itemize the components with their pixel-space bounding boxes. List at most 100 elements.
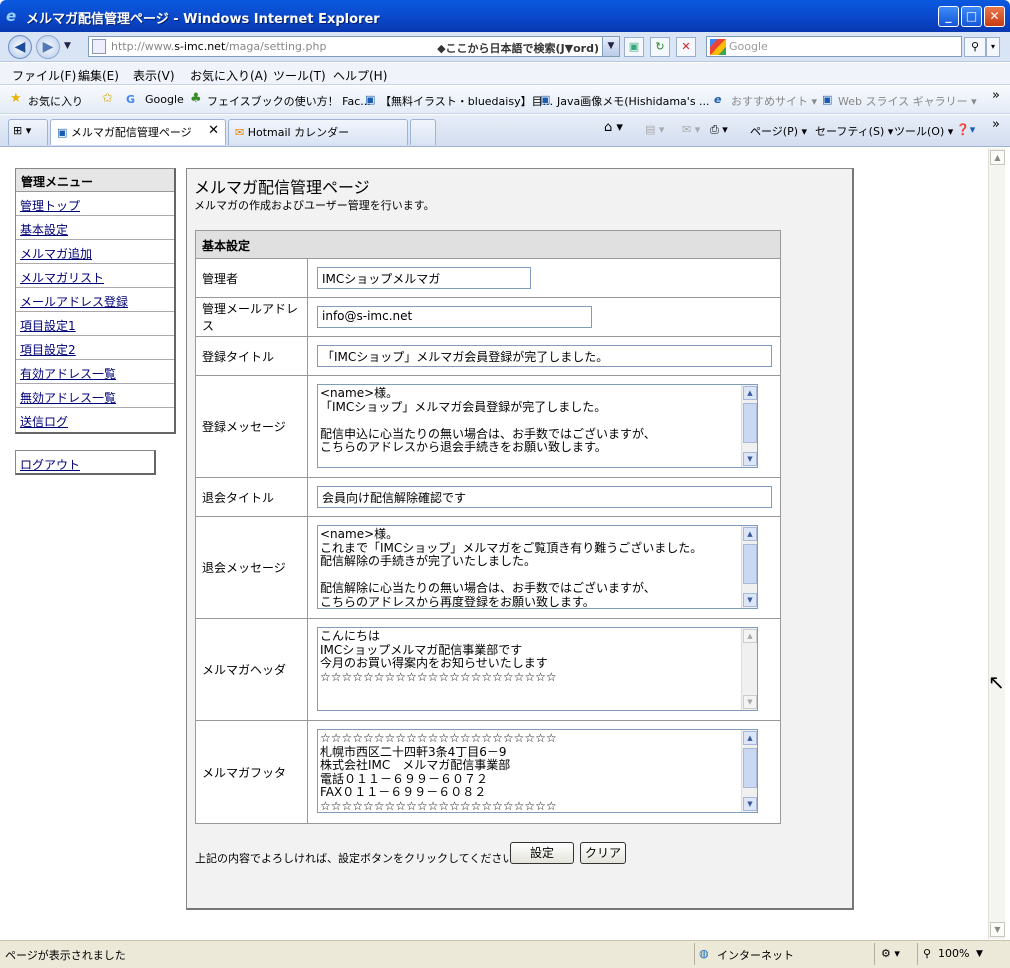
menu-tools[interactable]: ツール(T) (273, 67, 326, 84)
zoom-dropdown-icon[interactable]: ▼ (976, 949, 983, 959)
page-scrollbar[interactable]: ▲ ▼ (988, 148, 1005, 939)
reg-title-input[interactable]: 「IMCショップ」メルマガ会員登録が完了しました。 (317, 345, 772, 367)
scroll-up-icon[interactable]: ▲ (743, 527, 757, 541)
home-icon[interactable]: ⌂ ▾ (604, 120, 623, 135)
help-icon[interactable]: ❓▾ (956, 123, 975, 136)
compat-view-icon[interactable]: ▣ (624, 37, 644, 57)
search-icon[interactable]: ⚲ (964, 37, 986, 57)
menu-favorites[interactable]: お気に入り(A) (190, 67, 268, 84)
scroll-down-icon[interactable]: ▼ (990, 922, 1005, 937)
unsub-title-input[interactable]: 会員向け配信解除確認です (317, 486, 772, 508)
scroll-up-icon[interactable]: ▲ (743, 386, 757, 400)
new-tab-button[interactable] (410, 119, 436, 145)
admin-menu: 管理メニュー 管理トップ 基本設定 メルマガ追加 メルマガリスト メールアドレス… (15, 168, 176, 434)
favorites-button[interactable]: お気に入り (28, 93, 83, 109)
sidebar-item-add-mailmag[interactable]: メルマガ追加 (16, 240, 174, 264)
footer-textarea[interactable]: ☆☆☆☆☆☆☆☆☆☆☆☆☆☆☆☆☆☆☆☆☆☆ 札幌市西区二十四軒3条4丁目6－9… (317, 729, 758, 813)
scroll-up-icon[interactable]: ▲ (743, 731, 757, 745)
scroll-down-icon[interactable]: ▼ (743, 797, 757, 811)
more-commands-icon[interactable]: » (992, 117, 1000, 132)
fav-link-java[interactable]: Java画像メモ(Hishidama's ... (557, 93, 710, 109)
refresh-icon[interactable]: ↻ (650, 37, 670, 57)
stop-icon[interactable]: ✕ (676, 37, 696, 57)
scroll-thumb[interactable] (743, 748, 757, 788)
scroll-thumb[interactable] (743, 403, 757, 443)
quick-tabs-icon[interactable]: ⊞ ▾ (8, 119, 48, 145)
status-text: ページが表示されました (5, 949, 126, 962)
history-dropdown-icon[interactable]: ▼ (64, 41, 71, 51)
header-textarea[interactable]: こんにちは IMCショップメルマガ配信事業部です 今月のお買い得案内をお知らせい… (317, 627, 758, 711)
sidebar-item-valid-addresses[interactable]: 有効アドレス一覧 (16, 360, 174, 384)
back-button[interactable]: ◀ (8, 35, 32, 59)
fav-link-facebook[interactable]: フェイスブックの使い方！ Fac... (207, 93, 371, 109)
leaf-icon: ♣ (190, 91, 202, 106)
page-menu[interactable]: ページ(P) ▾ (750, 123, 807, 139)
divider (694, 943, 695, 965)
form-row-admin-email: 管理メールアドレス info@s-imc.net (196, 298, 780, 337)
minimize-button[interactable]: _ (938, 6, 959, 27)
scroll-down-icon[interactable]: ▼ (743, 593, 757, 607)
scroll-up-icon[interactable]: ▲ (743, 629, 757, 643)
sidebar-item-invalid-addresses[interactable]: 無効アドレス一覧 (16, 384, 174, 408)
menu-edit[interactable]: 編集(E) (78, 67, 119, 84)
sidebar-item-basic-settings[interactable]: 基本設定 (16, 216, 174, 240)
clear-button[interactable]: クリア (580, 842, 626, 864)
zoom-level[interactable]: 100% (938, 947, 969, 960)
close-tab-icon[interactable]: ✕ (208, 123, 219, 138)
address-dropdown-icon[interactable]: ▼ (602, 37, 619, 56)
window-title: メルマガ配信管理ページ - Windows Internet Explorer (26, 12, 380, 27)
tab-hotmail[interactable]: ✉ Hotmail カレンダー (228, 119, 408, 145)
favorites-star-icon: ★ (10, 91, 22, 106)
maximize-button[interactable]: □ (961, 6, 982, 27)
menu-view[interactable]: 表示(V) (133, 67, 175, 84)
web-slice-gallery[interactable]: Web スライス ギャラリー ▾ (838, 93, 977, 109)
fav-link-illust[interactable]: 【無料イラスト・bluedaisy】目... (380, 93, 553, 109)
read-mail-icon[interactable]: ✉ ▾ (682, 123, 700, 136)
sidebar-item-field-settings-1[interactable]: 項目設定1 (16, 312, 174, 336)
print-icon[interactable]: ⎙ ▾ (710, 123, 728, 137)
tab-bar: ⊞ ▾ ▣ メルマガ配信管理ページ ✕ ✉ Hotmail カレンダー ⌂ ▾ … (0, 115, 1010, 147)
forward-button[interactable]: ▶ (36, 35, 60, 59)
more-favorites-icon[interactable]: » (992, 88, 1000, 103)
sidebar-item-top[interactable]: 管理トップ (16, 192, 174, 216)
scroll-down-icon[interactable]: ▼ (743, 452, 757, 466)
admin-email-input[interactable]: info@s-imc.net (317, 306, 592, 328)
search-input[interactable]: Google (706, 36, 962, 57)
sidebar-item-mailmag-list[interactable]: メルマガリスト (16, 264, 174, 288)
section-header: 基本設定 (196, 231, 780, 259)
sidebar-item-send-log[interactable]: 送信ログ (16, 408, 174, 432)
unsub-title-label: 退会タイトル (196, 478, 308, 516)
feeds-icon[interactable]: ▤ ▾ (645, 123, 664, 136)
address-field[interactable]: http://www.s-imc.net/maga/setting.php ◆こ… (88, 36, 620, 57)
zoom-icon[interactable]: ⚲ (923, 947, 931, 960)
sidebar-item-field-settings-2[interactable]: 項目設定2 (16, 336, 174, 360)
logout-link[interactable]: ログアウト (15, 450, 156, 475)
unsub-message-scrollbar[interactable]: ▲ ▼ (741, 526, 757, 608)
reg-message-textarea[interactable]: <name>様。 「IMCショップ」メルマガ会員登録が完了しました。 配信申込に… (317, 384, 758, 468)
header-scrollbar[interactable]: ▲ ▼ (741, 628, 757, 710)
search-options-icon[interactable]: ▾ (986, 37, 1000, 57)
safety-menu[interactable]: セーフティ(S) ▾ (815, 123, 893, 139)
reg-message-scrollbar[interactable]: ▲ ▼ (741, 385, 757, 467)
protected-mode-icon[interactable]: ⚙ ▾ (881, 947, 900, 960)
scroll-down-icon[interactable]: ▼ (743, 695, 757, 709)
footer-scrollbar[interactable]: ▲ ▼ (741, 730, 757, 812)
sidebar-item-register-address[interactable]: メールアドレス登録 (16, 288, 174, 312)
tab-mailmag[interactable]: ▣ メルマガ配信管理ページ ✕ (50, 119, 226, 145)
menu-help[interactable]: ヘルプ(H) (333, 67, 387, 84)
add-favorite-icon[interactable]: ✩ (102, 91, 113, 106)
unsub-message-textarea[interactable]: <name>様。 これまで「IMCショップ」メルマガをご覧頂き有り難うございまし… (317, 525, 758, 609)
scroll-up-icon[interactable]: ▲ (990, 150, 1005, 165)
menu-file[interactable]: ファイル(F) (12, 67, 76, 84)
fav-link-google[interactable]: Google (145, 93, 184, 106)
tools-menu[interactable]: ツール(O) ▾ (894, 123, 953, 139)
submit-button[interactable]: 設定 (510, 842, 574, 864)
suggested-sites[interactable]: おすすめサイト ▾ (731, 93, 817, 109)
admin-name-input[interactable]: IMCショップメルマガ (317, 267, 531, 289)
page-description: メルマガの作成およびユーザー管理を行います。 (194, 199, 435, 212)
reg-title-label: 登録タイトル (196, 337, 308, 375)
close-button[interactable]: ✕ (984, 6, 1005, 27)
zone-text: インターネット (717, 949, 794, 962)
mouse-cursor-icon: ↖ (988, 670, 1005, 694)
scroll-thumb[interactable] (743, 544, 757, 584)
